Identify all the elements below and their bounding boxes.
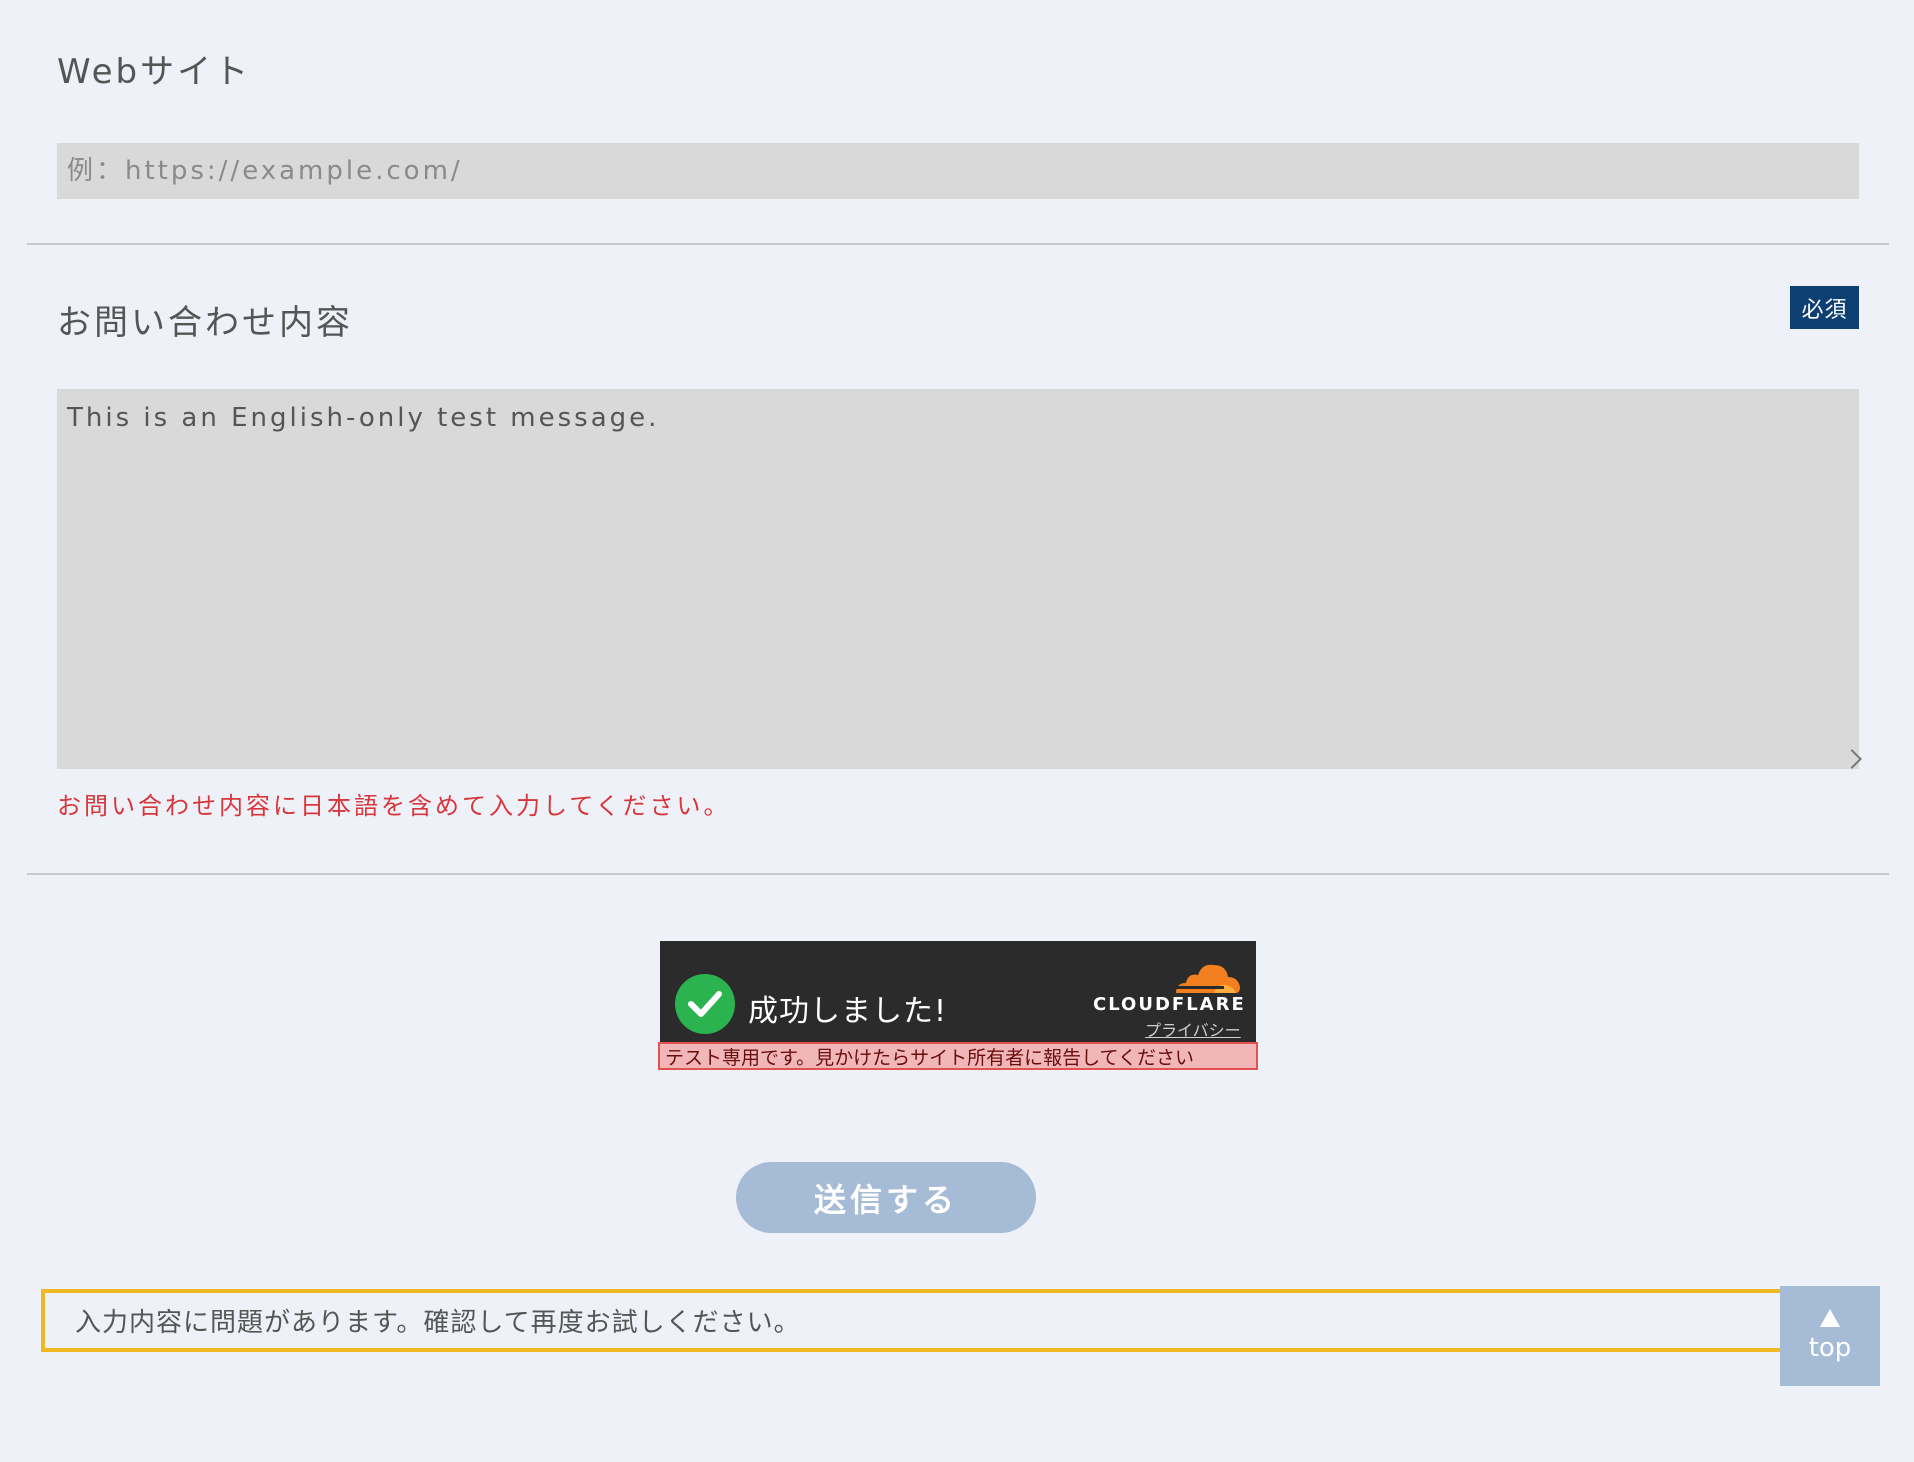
inquiry-error-message: お問い合わせ内容に日本語を含めて入力してください。: [57, 792, 731, 820]
success-check-icon: [675, 974, 735, 1034]
required-badge: 必須: [1790, 286, 1859, 329]
website-label: Webサイト: [57, 52, 252, 92]
cloudflare-wordmark: CLOUDFLARE: [1093, 994, 1246, 1015]
section-divider: [27, 873, 1889, 875]
cloudflare-logo-icon: [1170, 957, 1242, 997]
turnstile-status: 成功しました!: [748, 994, 948, 1029]
privacy-link[interactable]: プライバシー: [1145, 1017, 1241, 1041]
submit-button[interactable]: 送信する: [736, 1162, 1036, 1233]
form-error-message: 入力内容に問題があります。確認して再度お試しください。: [75, 1308, 801, 1338]
form-error-alert: 入力内容に問題があります。確認して再度お試しください。: [41, 1289, 1807, 1352]
back-to-top-label: top: [1808, 1333, 1852, 1363]
section-divider: [27, 243, 1889, 245]
inquiry-textarea[interactable]: [57, 389, 1859, 769]
inquiry-label: お問い合わせ内容: [57, 303, 353, 343]
back-to-top-button[interactable]: top: [1780, 1286, 1880, 1386]
website-input[interactable]: [57, 143, 1859, 199]
turnstile-test-notice: テスト専用です。見かけたらサイト所有者に報告してください: [658, 1042, 1258, 1070]
turnstile-widget: 成功しました! CLOUDFLARE プライバシー: [660, 941, 1256, 1043]
up-arrow-icon: [1820, 1309, 1840, 1327]
